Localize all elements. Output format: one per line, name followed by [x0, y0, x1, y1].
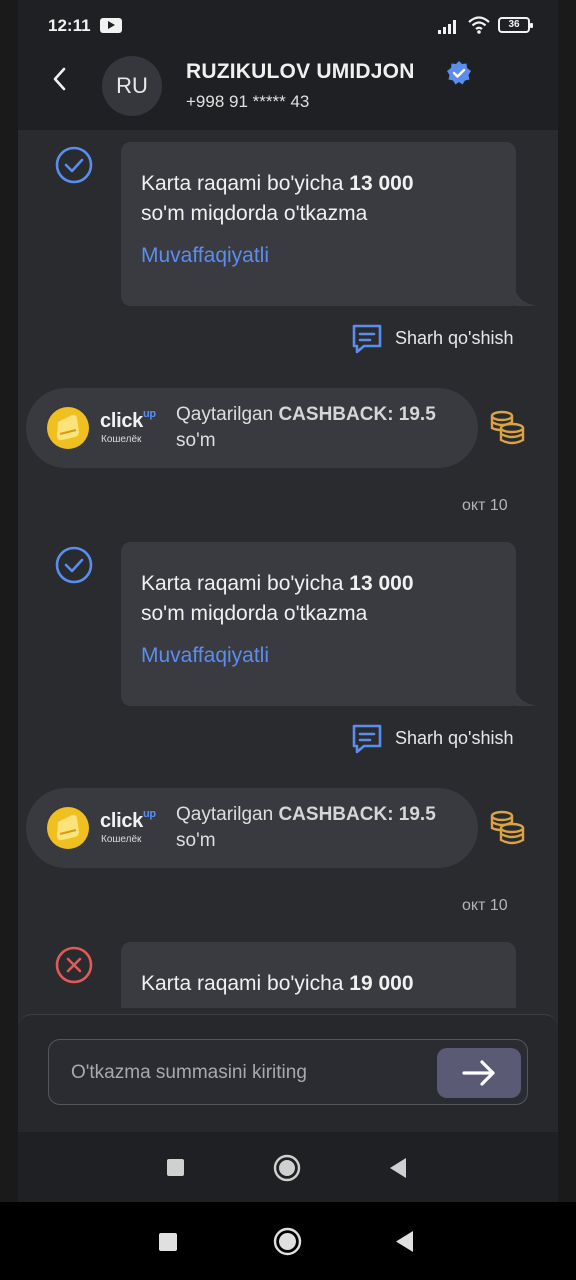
- transfer-status: Muvaffaqiyatli: [141, 644, 270, 667]
- click-wallet-logo-icon: [47, 407, 89, 449]
- add-comment-button[interactable]: Sharh qo'shish: [350, 720, 530, 756]
- click-brand-sub: Кошелёк: [101, 434, 142, 445]
- click-brand: clickup: [100, 808, 156, 832]
- coins-icon: [490, 410, 525, 445]
- add-comment-label: Sharh qo'shish: [395, 328, 514, 348]
- home-circle-icon[interactable]: [273, 1227, 302, 1256]
- transfer-text-line2: so'm miqdorda o'tkazma: [141, 202, 368, 225]
- phone-screen: 12:11 36 RU RUZIKULOV UMIDJON +998 91 **…: [18, 0, 558, 1202]
- status-time: 12:11: [48, 16, 91, 35]
- back-triangle-icon[interactable]: [394, 1230, 415, 1253]
- recents-square-icon[interactable]: [159, 1233, 177, 1251]
- back-triangle-icon[interactable]: [388, 1157, 408, 1179]
- app-navigation-bar: [18, 1132, 558, 1202]
- wifi-icon: [468, 16, 490, 34]
- back-chevron-icon[interactable]: [46, 64, 76, 94]
- battery-icon: 36: [498, 17, 533, 33]
- transfer-status: Muvaffaqiyatli: [141, 244, 270, 267]
- transfer-text-line2: so'm miqdorda o'tkazma: [141, 602, 368, 625]
- bubble-tail: [515, 688, 537, 706]
- success-check-icon: [55, 546, 93, 584]
- add-comment-label: Sharh qo'shish: [395, 728, 514, 748]
- message-date: окт 10: [462, 497, 508, 514]
- contact-phone: +998 91 ***** 43: [186, 92, 310, 111]
- transfer-message[interactable]: Karta raqami bo'yicha 13 000 so'm miqdor…: [121, 542, 516, 706]
- amount-composer: [18, 1014, 558, 1133]
- add-comment-button[interactable]: Sharh qo'shish: [350, 320, 530, 356]
- home-circle-icon[interactable]: [273, 1154, 301, 1182]
- cashback-text-line2: so'm: [176, 430, 216, 451]
- cashback-message: clickup Кошелёк Qaytarilgan CASHBACK: 19…: [26, 788, 478, 868]
- bubble-tail: [515, 288, 537, 306]
- amount-input[interactable]: [69, 1058, 413, 1088]
- comment-icon: [352, 324, 382, 354]
- transfer-text: Karta raqami bo'yicha 13 000: [141, 172, 414, 195]
- transfer-text: Karta raqami bo'yicha 13 000: [141, 572, 414, 595]
- coins-icon: [490, 810, 525, 845]
- message-date: окт 10: [462, 897, 508, 914]
- click-brand-sub: Кошелёк: [101, 834, 142, 845]
- cashback-message: clickup Кошелёк Qaytarilgan CASHBACK: 19…: [26, 388, 478, 468]
- comment-icon: [352, 724, 382, 754]
- transfer-message[interactable]: Karta raqami bo'yicha 13 000 so'm miqdor…: [121, 142, 516, 306]
- signal-icon: [438, 20, 456, 34]
- chat-header: RU RUZIKULOV UMIDJON +998 91 ***** 43: [18, 50, 558, 130]
- transfer-message[interactable]: Karta raqami bo'yicha 19 000: [121, 942, 516, 1008]
- status-bar: 12:11 36: [18, 0, 558, 50]
- system-navigation-bar: [0, 1202, 576, 1280]
- youtube-notification-icon: [100, 18, 122, 33]
- recents-square-icon[interactable]: [167, 1159, 184, 1176]
- avatar[interactable]: RU: [102, 56, 162, 116]
- click-wallet-logo-icon: [47, 807, 89, 849]
- cashback-text-line2: so'm: [176, 830, 216, 851]
- verified-badge-icon: [447, 61, 471, 85]
- click-brand: clickup: [100, 408, 156, 432]
- cashback-text: Qaytarilgan CASHBACK: 19.5: [176, 404, 436, 425]
- contact-name: RUZIKULOV UMIDJON: [186, 60, 415, 83]
- transfer-text: Karta raqami bo'yicha 19 000: [141, 972, 414, 995]
- amount-input-box: [48, 1039, 528, 1105]
- arrow-right-icon: [462, 1060, 495, 1086]
- failed-x-icon: [55, 946, 93, 984]
- send-button[interactable]: [437, 1048, 521, 1098]
- success-check-icon: [55, 146, 93, 184]
- cashback-text: Qaytarilgan CASHBACK: 19.5: [176, 804, 436, 825]
